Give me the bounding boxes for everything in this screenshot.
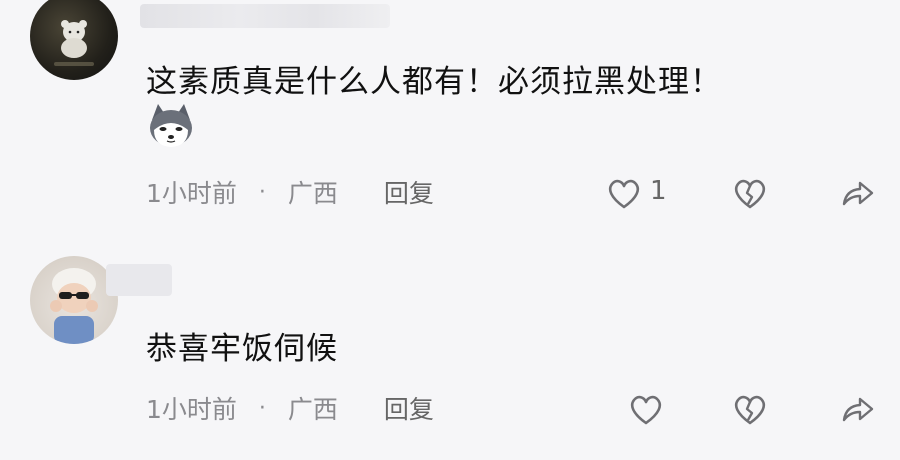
baby-avatar-image (50, 268, 98, 344)
avatar[interactable] (30, 256, 118, 344)
comment-meta: 1小时前 · 广西 回复 (146, 390, 434, 426)
reply-button[interactable]: 回复 (384, 390, 434, 426)
comment-location: 广西 (287, 179, 338, 208)
comment-text: 恭喜牢饭伺候 (146, 331, 338, 367)
comment-time: 1小时前 (146, 395, 237, 424)
meta-separator: · (258, 395, 266, 421)
comment-item: 这素质真是什么人都有！必须拉黑处理！ 1小时前 · 广西 回复 1 (0, 0, 900, 240)
username-blurred (106, 264, 172, 296)
husky-sticker (150, 104, 192, 147)
meta-separator: · (258, 179, 266, 205)
share-arrow-icon[interactable] (838, 390, 878, 430)
comment-meta: 1小时前 · 广西 回复 (146, 174, 434, 210)
reply-button[interactable]: 回复 (384, 174, 434, 210)
comment-item: 恭喜牢饭伺候 1小时前 · 广西 回复 (0, 240, 900, 460)
heart-icon[interactable] (604, 174, 644, 214)
comment-text: 这素质真是什么人都有！必须拉黑处理！ (146, 64, 722, 100)
avatar[interactable] (30, 0, 118, 80)
bear-avatar-image (54, 20, 94, 66)
comment-time: 1小时前 (146, 179, 237, 208)
comment-location: 广西 (287, 395, 338, 424)
like-count: 1 (650, 176, 667, 206)
heart-icon[interactable] (626, 390, 666, 430)
share-arrow-icon[interactable] (838, 174, 878, 214)
broken-heart-icon[interactable] (730, 174, 770, 214)
broken-heart-icon[interactable] (730, 390, 770, 430)
username-blurred (140, 4, 390, 28)
